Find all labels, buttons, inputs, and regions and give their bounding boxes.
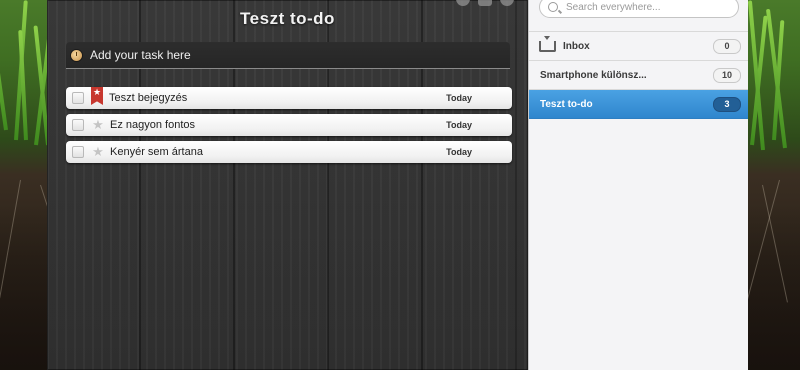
- top-toolbar-icons: [456, 0, 514, 6]
- count-badge: 10: [713, 67, 741, 83]
- task-label: Kenyér sem ártana: [110, 146, 203, 158]
- user-icon[interactable]: [456, 0, 470, 6]
- task-checkbox[interactable]: [72, 146, 84, 158]
- count-badge: 0: [713, 38, 741, 54]
- search-box[interactable]: [539, 0, 739, 18]
- settings-icon[interactable]: [500, 0, 514, 6]
- search-input[interactable]: [564, 0, 728, 14]
- add-task-input[interactable]: Add your task here: [66, 42, 510, 69]
- sidebar: Inbox 0 Smartphone különsz... 10 Teszt t…: [528, 0, 748, 370]
- search-icon: [548, 2, 558, 12]
- add-task-placeholder: Add your task here: [90, 48, 191, 62]
- list-navigation: Inbox 0 Smartphone különsz... 10 Teszt t…: [529, 31, 748, 119]
- task-date: Today: [446, 120, 472, 130]
- share-icon[interactable]: [478, 0, 492, 6]
- task-label: Teszt bejegyzés: [109, 92, 188, 104]
- task-list: ★ Teszt bejegyzés Today ★ Ez nagyon font…: [66, 87, 512, 168]
- sidebar-item-inbox[interactable]: Inbox 0: [529, 31, 748, 61]
- task-checkbox[interactable]: [72, 92, 84, 104]
- count-badge: 3: [713, 96, 741, 112]
- task-checkbox[interactable]: [72, 119, 84, 131]
- list-title: Teszt to-do: [240, 9, 335, 28]
- star-flag-icon[interactable]: ★: [91, 87, 103, 105]
- task-list-panel: Teszt to-do Add your task here ★ Teszt b…: [47, 0, 528, 370]
- sidebar-item-label: Smartphone különsz...: [540, 69, 647, 81]
- task-label: Ez nagyon fontos: [110, 119, 196, 131]
- task-row[interactable]: ★ Kenyér sem ártana Today: [66, 141, 512, 163]
- task-row[interactable]: ★ Ez nagyon fontos Today: [66, 114, 512, 136]
- sidebar-item-smartphone[interactable]: Smartphone különsz... 10: [529, 61, 748, 90]
- sidebar-item-label: Inbox: [563, 40, 590, 52]
- task-date: Today: [446, 93, 472, 103]
- task-date: Today: [446, 147, 472, 157]
- star-icon[interactable]: ★: [92, 141, 104, 163]
- task-row[interactable]: ★ Teszt bejegyzés Today: [66, 87, 512, 109]
- background-grass-right: [747, 0, 800, 370]
- star-icon[interactable]: ★: [92, 114, 104, 136]
- inbox-icon: [539, 35, 556, 52]
- sidebar-item-label: Teszt to-do: [540, 98, 593, 110]
- clock-icon: [71, 49, 82, 61]
- sidebar-item-teszt-to-do[interactable]: Teszt to-do 3: [529, 90, 748, 119]
